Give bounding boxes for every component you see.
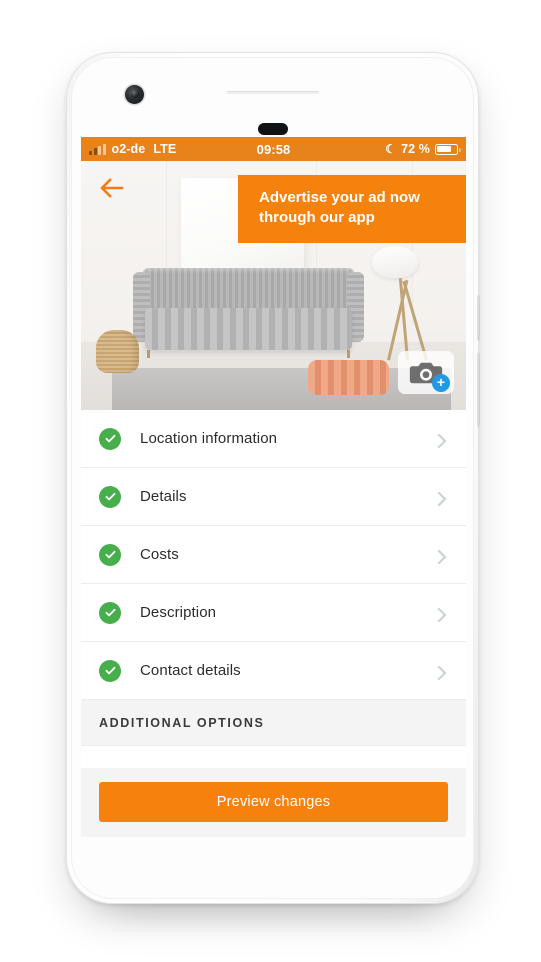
proximity-sensor <box>257 123 288 135</box>
check-circle-icon <box>99 601 121 624</box>
list-item-costs[interactable]: Costs <box>81 526 466 584</box>
list-item-contact-details[interactable]: Contact details <box>81 642 466 700</box>
promo-banner-line-1: Advertise your ad now <box>259 189 420 206</box>
phone-screen: o2-de LTE 09:58 ☾ 72 % + Advertise your … <box>81 137 466 837</box>
earpiece-speaker <box>226 91 319 94</box>
spacer-row <box>81 746 466 768</box>
footer-action-bar: Preview changes <box>81 768 466 837</box>
list-item-label: Description <box>140 604 217 621</box>
phone-volume-button[interactable] <box>477 295 480 341</box>
list-item-details[interactable]: Details <box>81 468 466 526</box>
check-circle-icon <box>99 659 121 682</box>
check-circle-icon <box>99 543 121 566</box>
check-circle-icon <box>99 485 121 508</box>
carrier-label: o2-de <box>111 142 146 156</box>
front-camera-icon <box>125 85 144 104</box>
photo-basket <box>96 330 139 373</box>
chevron-right-icon <box>437 490 447 507</box>
photo-sofa-leg <box>146 349 150 358</box>
add-photo-button[interactable]: + <box>398 351 454 394</box>
battery-icon <box>435 143 461 155</box>
network-type-label: LTE <box>153 142 177 156</box>
back-arrow-icon[interactable] <box>99 175 125 201</box>
clock-label: 09:58 <box>256 141 291 157</box>
moon-icon: ☾ <box>385 142 397 156</box>
status-bar: o2-de LTE 09:58 ☾ 72 % <box>81 137 466 161</box>
chevron-right-icon <box>437 548 447 565</box>
photo-ottoman <box>308 360 389 396</box>
phone-device-frame: o2-de LTE 09:58 ☾ 72 % + Advertise your … <box>66 52 480 904</box>
chevron-right-icon <box>437 432 447 449</box>
preview-changes-button[interactable]: Preview changes <box>99 782 448 822</box>
battery-percent-label: 72 % <box>401 142 430 156</box>
photo-sofa-seat <box>144 308 353 350</box>
photo-sofa-leg <box>347 349 351 358</box>
promo-banner-line-2: through our app <box>259 208 375 226</box>
photo-floor-lamp-shade <box>371 245 418 279</box>
listing-photo-area[interactable]: + Advertise your ad now through our app <box>81 161 466 410</box>
list-item-location-information[interactable]: Location information <box>81 410 466 468</box>
phone-power-button[interactable] <box>477 353 480 427</box>
status-bar-right: ☾ 72 % <box>385 142 461 156</box>
form-sections-list: Location information Details Costs Descr… <box>81 410 466 837</box>
photo-sofa <box>132 268 364 358</box>
signal-bars-icon <box>89 143 106 155</box>
list-item-label: Contact details <box>140 662 241 679</box>
list-item-label: Location information <box>140 430 278 447</box>
section-header-additional-options: ADDITIONAL OPTIONS <box>81 700 466 746</box>
list-item-label: Costs <box>140 546 179 563</box>
promo-banner: Advertise your ad now through our app <box>238 175 466 243</box>
check-circle-icon <box>99 427 121 450</box>
list-item-description[interactable]: Description <box>81 584 466 642</box>
chevron-right-icon <box>437 606 447 623</box>
list-item-label: Details <box>140 488 187 505</box>
chevron-right-icon <box>437 664 447 681</box>
add-photo-plus-badge[interactable]: + <box>432 374 450 392</box>
page-root: o2-de LTE 09:58 ☾ 72 % + Advertise your … <box>0 0 541 962</box>
status-bar-left: o2-de LTE <box>89 142 176 156</box>
